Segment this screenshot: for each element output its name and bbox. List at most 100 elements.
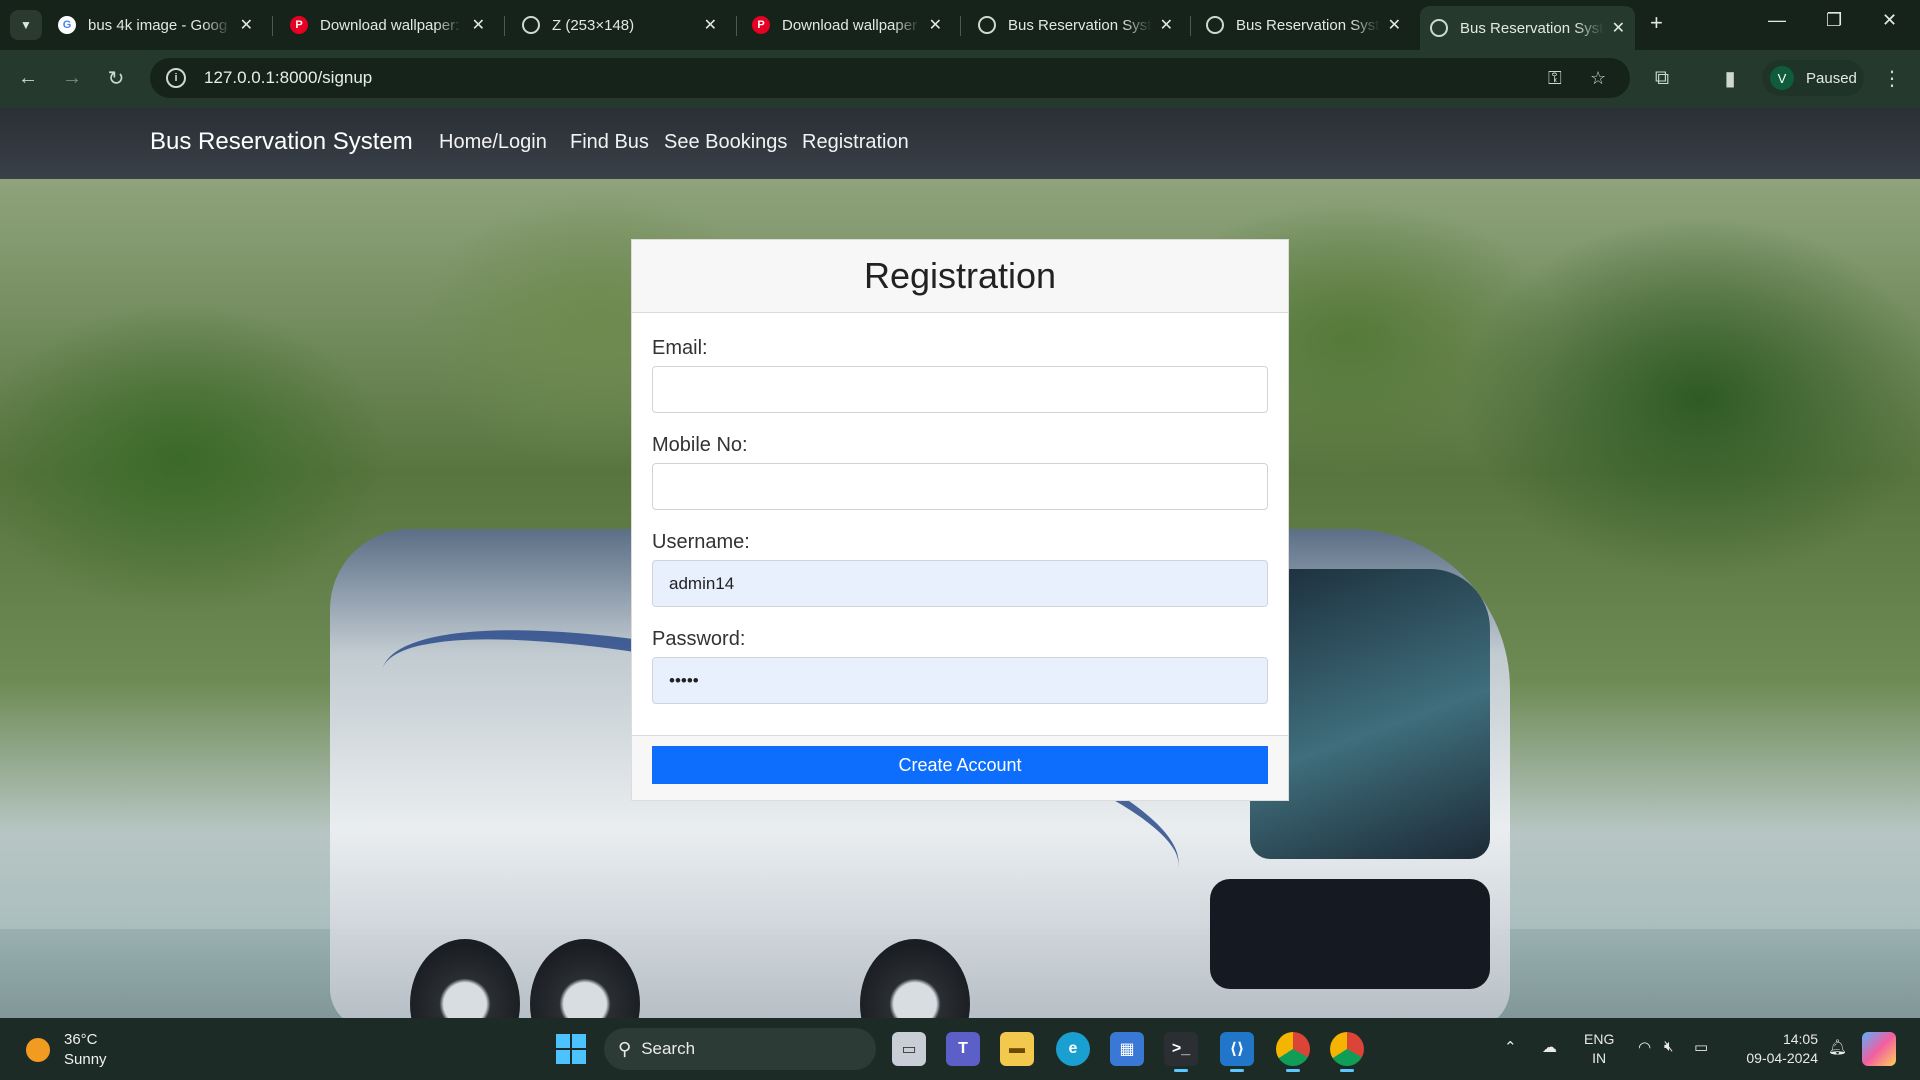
password-group: Password: ••••• <box>652 628 1268 704</box>
menu-kebab-icon[interactable]: ⋮ <box>1878 64 1906 92</box>
close-window-icon[interactable]: ✕ <box>1882 10 1897 31</box>
page-viewport: Bus Reservation System Home/Login Find B… <box>0 108 1920 1018</box>
close-icon[interactable]: ✕ <box>704 15 717 35</box>
terminal-icon[interactable]: >_ <box>1164 1032 1198 1072</box>
nav-link-registration[interactable]: Registration <box>802 131 909 154</box>
restore-icon[interactable]: ❐ <box>1826 10 1842 31</box>
address-bar[interactable]: i 127.0.0.1:8000/signup ⚿ ☆ <box>150 58 1630 98</box>
mobile-group: Mobile No: <box>652 434 1268 510</box>
username-field[interactable]: admin14 <box>652 560 1268 607</box>
tab-pinterest-1[interactable]: P Download wallpaper: ✕ <box>280 8 495 42</box>
pinterest-icon: P <box>290 16 308 34</box>
weather-temp: 36°C <box>64 1031 98 1048</box>
tab-title: Download wallpaper <box>782 16 918 34</box>
back-icon[interactable]: ← <box>14 64 42 92</box>
card-header: Registration <box>632 240 1288 313</box>
onedrive-icon[interactable]: ☁ <box>1542 1038 1557 1056</box>
tab-title: Download wallpaper: <box>320 16 460 34</box>
google-icon: G <box>58 16 76 34</box>
page-title: Registration <box>863 255 1057 296</box>
tab-title: bus 4k image - Goog <box>88 16 228 34</box>
tab-pinterest-2[interactable]: P Download wallpaper ✕ <box>742 8 952 42</box>
email-label: Email: <box>652 337 708 359</box>
weather-condition: Sunny <box>64 1051 107 1068</box>
mobile-label: Mobile No: <box>652 434 748 456</box>
store-icon[interactable]: ▦ <box>1110 1032 1144 1066</box>
close-icon[interactable]: ✕ <box>929 15 942 35</box>
tab-title: Z (253×148) <box>552 16 635 34</box>
tab-separator <box>504 16 505 36</box>
avatar: V <box>1770 66 1794 90</box>
notification-bell-icon[interactable]: 🔔︎ <box>1828 1038 1847 1056</box>
taskbar-search[interactable]: ⚲ Search <box>604 1028 876 1070</box>
tab-bus-reservation-active[interactable]: Bus Reservation Syst ✕ <box>1420 6 1635 50</box>
windows-start-icon[interactable] <box>556 1034 586 1064</box>
minimize-icon[interactable]: — <box>1768 10 1786 31</box>
side-panel-icon[interactable]: ▮ <box>1716 64 1744 92</box>
username-label: Username: <box>652 531 750 553</box>
globe-icon <box>522 16 540 34</box>
tab-title: Bus Reservation Syst <box>1236 16 1380 34</box>
tab-separator <box>736 16 737 36</box>
edge-icon[interactable]: e <box>1056 1032 1090 1066</box>
email-group: Email: <box>652 337 1268 413</box>
chrome-profile-icon[interactable] <box>1330 1032 1364 1072</box>
password-key-icon[interactable]: ⚿ <box>1548 68 1562 89</box>
task-view-icon[interactable]: ▭ <box>892 1032 926 1066</box>
bookmark-star-icon[interactable]: ☆ <box>1590 68 1606 89</box>
teams-icon[interactable]: T <box>946 1032 980 1066</box>
site-navbar: Bus Reservation System Home/Login Find B… <box>0 108 1920 179</box>
tab-title: Bus Reservation Syst <box>1460 19 1604 37</box>
create-account-button[interactable]: Create Account <box>652 746 1268 784</box>
new-tab-button[interactable]: + <box>1650 10 1663 36</box>
vscode-icon[interactable]: ⟨⟩ <box>1220 1032 1254 1072</box>
url-text[interactable]: 127.0.0.1:8000/signup <box>204 68 372 88</box>
tab-separator <box>272 16 273 36</box>
tab-strip: ▼ G bus 4k image - Goog ✕ P Download wal… <box>0 0 1920 50</box>
tab-bus-reservation-1[interactable]: Bus Reservation Syst ✕ <box>968 8 1183 42</box>
file-explorer-icon[interactable]: ▬ <box>1000 1032 1034 1066</box>
tab-image-z[interactable]: Z (253×148) ✕ <box>512 8 727 42</box>
language-indicator[interactable]: ENG IN <box>1584 1030 1614 1068</box>
registration-card: Registration Email: Mobile No: Username:… <box>631 239 1289 801</box>
tab-separator <box>960 16 961 36</box>
password-field[interactable]: ••••• <box>652 657 1268 704</box>
chrome-icon[interactable] <box>1276 1032 1310 1072</box>
mobile-field[interactable] <box>652 463 1268 510</box>
pinterest-icon: P <box>752 16 770 34</box>
battery-icon[interactable]: ▭ <box>1694 1038 1708 1056</box>
system-clock[interactable]: 14:05 09-04-2024 <box>1734 1030 1818 1068</box>
extensions-icon[interactable]: ⧉ <box>1648 64 1676 92</box>
globe-icon <box>1430 19 1448 37</box>
copilot-icon[interactable] <box>1862 1032 1896 1066</box>
site-info-icon[interactable]: i <box>166 68 186 88</box>
clock-time: 14:05 <box>1782 1031 1818 1047</box>
globe-icon <box>978 16 996 34</box>
nav-link-see-bookings[interactable]: See Bookings <box>664 131 787 154</box>
close-icon[interactable]: ✕ <box>1160 15 1173 35</box>
forward-icon[interactable]: → <box>58 64 86 92</box>
chevron-up-icon[interactable]: ⌃ <box>1504 1038 1517 1056</box>
close-icon[interactable]: ✕ <box>1612 18 1625 38</box>
site-brand[interactable]: Bus Reservation System <box>150 128 413 156</box>
tab-title: Bus Reservation Syst <box>1008 16 1152 34</box>
weather-widget[interactable]: 36°C Sunny <box>26 1030 107 1070</box>
nav-link-find-bus[interactable]: Find Bus <box>570 131 649 154</box>
volume-muted-icon[interactable]: 🔇︎ <box>1664 1038 1673 1055</box>
close-icon[interactable]: ✕ <box>472 15 485 35</box>
nav-link-home-login[interactable]: Home/Login <box>439 131 547 154</box>
close-icon[interactable]: ✕ <box>240 15 253 35</box>
tab-bus-reservation-2[interactable]: Bus Reservation Syst ✕ <box>1196 8 1411 42</box>
reload-icon[interactable]: ↻ <box>102 64 130 92</box>
close-icon[interactable]: ✕ <box>1388 15 1401 35</box>
profile-button[interactable]: V Paused <box>1762 60 1864 96</box>
tab-google-images[interactable]: G bus 4k image - Goog ✕ <box>48 8 263 42</box>
email-field[interactable] <box>652 366 1268 413</box>
windows-taskbar: 36°C Sunny ⚲ Search ▭ T ▬ e ▦ >_ ⟨⟩ ⌃ ☁ … <box>0 1018 1920 1080</box>
card-footer: Create Account <box>632 735 1288 800</box>
bus-grille <box>1210 879 1490 989</box>
tab-search-button[interactable]: ▼ <box>10 10 42 40</box>
region-code: IN <box>1592 1050 1607 1066</box>
wifi-icon[interactable]: ◠ <box>1638 1038 1651 1056</box>
clock-date: 09-04-2024 <box>1746 1050 1818 1066</box>
